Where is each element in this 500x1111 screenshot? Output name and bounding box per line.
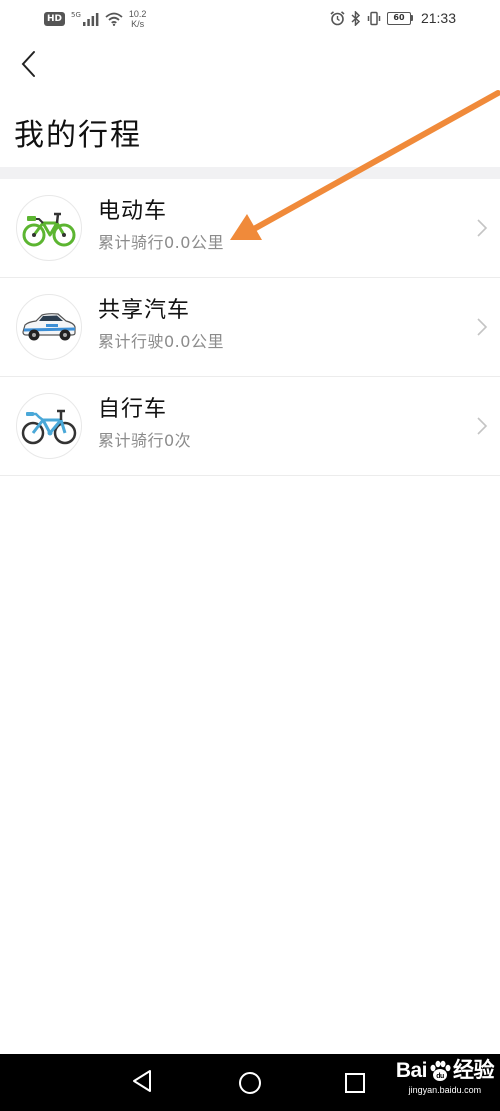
- section-divider: [0, 167, 500, 179]
- trip-text: 自行车 累计骑行0次: [98, 396, 191, 452]
- speed-unit: K/s: [131, 19, 145, 29]
- alarm-icon: [330, 10, 345, 25]
- trip-name: 电动车: [98, 199, 168, 224]
- battery-tip: [410, 15, 413, 21]
- clock: 21:33: [420, 10, 456, 26]
- watermark-url: jingyan.baidu.com: [408, 1085, 482, 1095]
- chevron-right-icon: [477, 318, 488, 336]
- wifi-icon: [105, 12, 123, 26]
- trip-text: 电动车 累计骑行0.0公里: [98, 198, 224, 254]
- battery-icon: 60: [386, 11, 413, 25]
- network-speed: 10.2 K/s: [129, 9, 147, 29]
- nav-back-icon[interactable]: [130, 1068, 154, 1094]
- nav-home-icon[interactable]: [238, 1071, 262, 1095]
- trip-item-bicycle[interactable]: 自行车 累计骑行0次: [0, 377, 500, 476]
- hd-badge: HD: [44, 12, 66, 26]
- svg-text:du: du: [436, 1073, 444, 1080]
- signal-icon: [82, 12, 99, 26]
- status-left: HD 5G 10.2 K/s: [44, 8, 146, 30]
- navigation-bar: Bai du 经验 jingyan.baidu.com: [0, 1054, 500, 1111]
- vibrate-icon: [367, 11, 381, 25]
- paw-icon: du: [430, 1060, 451, 1081]
- bicycle-icon: [21, 409, 77, 445]
- trip-item-shared-car[interactable]: 共享汽车 累计行驶0.0公里: [0, 278, 500, 377]
- network-type: 5G: [71, 11, 81, 19]
- trip-name: 共享汽车: [98, 298, 191, 323]
- status-bar: HD 5G 10.2 K/s 60 21:33: [0, 0, 500, 36]
- watermark-brand-right: 经验: [453, 1059, 495, 1082]
- page-title: 我的行程: [14, 118, 142, 153]
- watermark-brand-left: Bai: [395, 1059, 428, 1082]
- baidu-jingyan-watermark: Bai du 经验 jingyan.baidu.com: [395, 1058, 495, 1096]
- speed-value: 10.2: [128, 9, 147, 19]
- chevron-right-icon: [477, 417, 488, 435]
- chevron-right-icon: [477, 219, 488, 237]
- back-button[interactable]: [12, 46, 44, 82]
- nav-recent-icon[interactable]: [344, 1072, 366, 1094]
- chevron-left-icon: [21, 51, 35, 77]
- trip-avatar: [16, 393, 82, 459]
- trip-summary: 累计骑行0.0公里: [98, 233, 224, 252]
- trip-summary: 累计骑行0次: [98, 431, 192, 450]
- trip-name: 自行车: [98, 397, 168, 422]
- trip-text: 共享汽车 累计行驶0.0公里: [98, 297, 224, 353]
- battery-level: 60: [386, 11, 411, 25]
- e-bike-icon: [22, 212, 76, 247]
- trip-avatar: [16, 294, 82, 360]
- trip-item-ebike[interactable]: 电动车 累计骑行0.0公里: [0, 179, 500, 278]
- bluetooth-icon: [351, 10, 361, 26]
- trip-summary: 累计行驶0.0公里: [98, 332, 224, 351]
- trip-list: 电动车 累计骑行0.0公里 共享汽车 累计行驶0.0公里 自行车 累计骑行0次: [0, 179, 500, 476]
- status-right: 60 21:33: [330, 8, 456, 28]
- watermark-logo: Bai du 经验: [395, 1058, 495, 1084]
- trip-avatar: [16, 195, 82, 261]
- shared-car-icon: [22, 313, 76, 341]
